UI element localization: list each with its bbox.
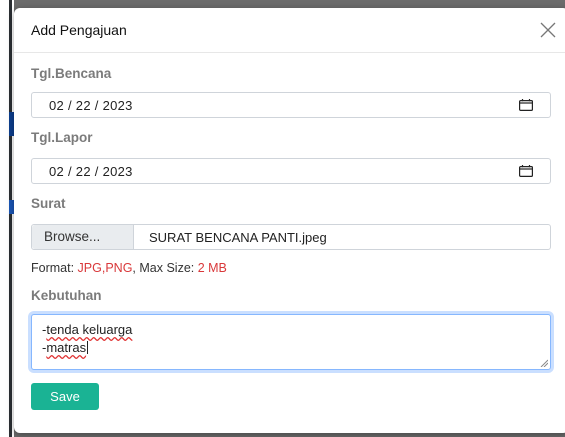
page-backdrop	[0, 0, 14, 437]
line-text: matras	[46, 340, 87, 355]
kebutuhan-textarea[interactable]: -tenda keluarga -matras	[31, 314, 551, 370]
resize-grip-icon[interactable]	[540, 359, 548, 367]
browse-button[interactable]: Browse...	[32, 225, 134, 249]
save-button[interactable]: Save	[31, 383, 99, 410]
text-caret	[87, 341, 89, 354]
surat-label: Surat	[31, 196, 66, 211]
kebutuhan-label: Kebutuhan	[31, 288, 102, 303]
close-icon	[540, 22, 556, 38]
close-button[interactable]	[535, 17, 561, 43]
selected-file-name: SURAT BENCANA PANTI.jpeg	[149, 230, 327, 245]
backdrop-edge	[9, 0, 12, 437]
calendar-icon[interactable]	[519, 165, 533, 177]
line-text: tenda keluarga	[46, 322, 133, 337]
calendar-icon[interactable]	[519, 99, 533, 111]
modal-header: Add Pengajuan	[14, 8, 565, 53]
tgl-bencana-field[interactable]: 02 / 22 / 2023	[31, 92, 551, 118]
tgl-bencana-label: Tgl.Bencana	[31, 66, 112, 81]
format-types: JPG,PNG	[77, 261, 133, 275]
add-pengajuan-modal: Add Pengajuan Tgl.Bencana 02 / 22 / 2023…	[14, 8, 565, 433]
kebutuhan-line: -matras	[42, 340, 89, 355]
tgl-bencana-value: 02 / 22 / 2023	[49, 98, 133, 113]
tgl-lapor-field[interactable]: 02 / 22 / 2023	[31, 158, 551, 184]
tgl-lapor-label: Tgl.Lapor	[31, 130, 93, 145]
surat-file-input[interactable]: Browse... SURAT BENCANA PANTI.jpeg	[31, 224, 551, 250]
tgl-lapor-value: 02 / 22 / 2023	[49, 164, 133, 179]
kebutuhan-line: -tenda keluarga	[42, 322, 132, 337]
format-hint: Format: JPG,PNG, Max Size: 2 MB	[31, 261, 227, 275]
format-size: 2 MB	[197, 261, 227, 275]
format-middle: , Max Size:	[132, 261, 198, 275]
modal-title: Add Pengajuan	[31, 22, 127, 38]
format-prefix: Format:	[31, 261, 78, 275]
